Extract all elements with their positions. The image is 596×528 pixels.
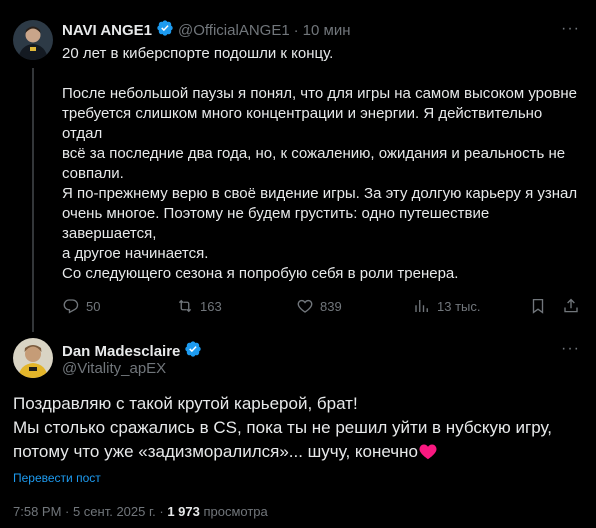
- author-display-name[interactable]: Dan Madesclaire: [62, 343, 180, 360]
- translate-post-link[interactable]: Перевести пост: [13, 471, 101, 485]
- view-label: просмотра: [199, 504, 268, 519]
- separator-dot: ·: [293, 22, 299, 39]
- share-icon: [564, 298, 578, 313]
- tweet-paragraph: Со следующего сезона я попробую себя в р…: [62, 265, 459, 282]
- views-button[interactable]: 13 тыс.: [413, 297, 480, 315]
- view-count: 1 973: [167, 504, 200, 519]
- like-icon: [297, 299, 313, 313]
- post-timestamp[interactable]: 7:58 PM · 5 сент. 2025 г. ·: [13, 504, 167, 519]
- more-icon[interactable]: ···: [561, 340, 580, 358]
- reply-button[interactable]: 50: [62, 297, 100, 315]
- avatar-image: [13, 338, 53, 378]
- like-count: 839: [320, 298, 342, 314]
- author-handle[interactable]: @OfficialANGE1: [178, 22, 290, 39]
- repost-button[interactable]: 163: [176, 297, 222, 315]
- tweet-paragraph: Я по-прежнему верю в своё видение игры. …: [62, 185, 578, 262]
- tweet-paragraph: 20 лет в киберспорте подошли к концу.: [62, 45, 334, 62]
- share-button[interactable]: [562, 297, 580, 315]
- tweet-original[interactable]: NAVI ANGE1 @OfficialANGE1 · 10 мин ··· 2…: [0, 0, 596, 332]
- like-button[interactable]: 839: [296, 297, 342, 315]
- post-time[interactable]: 10 мин: [303, 22, 351, 39]
- avatar-navi-ange1[interactable]: [13, 20, 53, 60]
- tweet-header: NAVI ANGE1 @OfficialANGE1 · 10 мин: [62, 19, 351, 42]
- author-display-name[interactable]: NAVI ANGE1: [62, 22, 152, 39]
- post-meta: 7:58 PM · 5 сент. 2025 г. · 1 973 просмо…: [13, 504, 268, 519]
- heart-emoji: [418, 442, 440, 462]
- avatar-dan-madesclaire[interactable]: [13, 338, 53, 378]
- reply-body: Поздравляю с такой крутой карьерой, брат…: [13, 392, 588, 464]
- reply-count: 50: [86, 298, 101, 314]
- bookmark-icon: [532, 298, 544, 314]
- tweet-actions: 50 163 839 13 тыс.: [62, 297, 582, 317]
- tweet-paragraph: После небольшой паузы я понял, что для и…: [62, 85, 577, 182]
- thread-connector-line: [32, 68, 34, 332]
- repost-icon: [178, 299, 192, 313]
- verified-icon: [184, 340, 202, 363]
- reply-icon: [63, 299, 79, 314]
- author-handle[interactable]: @Vitality_apEX: [62, 360, 166, 377]
- verified-icon: [156, 19, 174, 42]
- views-count: 13 тыс.: [437, 298, 481, 314]
- repost-count: 163: [200, 298, 222, 314]
- reply-text: Поздравляю с такой крутой карьерой, брат…: [13, 394, 553, 461]
- more-icon[interactable]: ···: [561, 20, 580, 38]
- views-icon: [415, 300, 428, 312]
- tweet-reply[interactable]: Dan Madesclaire @Vitality_apEX ··· Поздр…: [0, 330, 596, 528]
- avatar-image: [13, 20, 53, 60]
- bookmark-button[interactable]: [529, 297, 547, 315]
